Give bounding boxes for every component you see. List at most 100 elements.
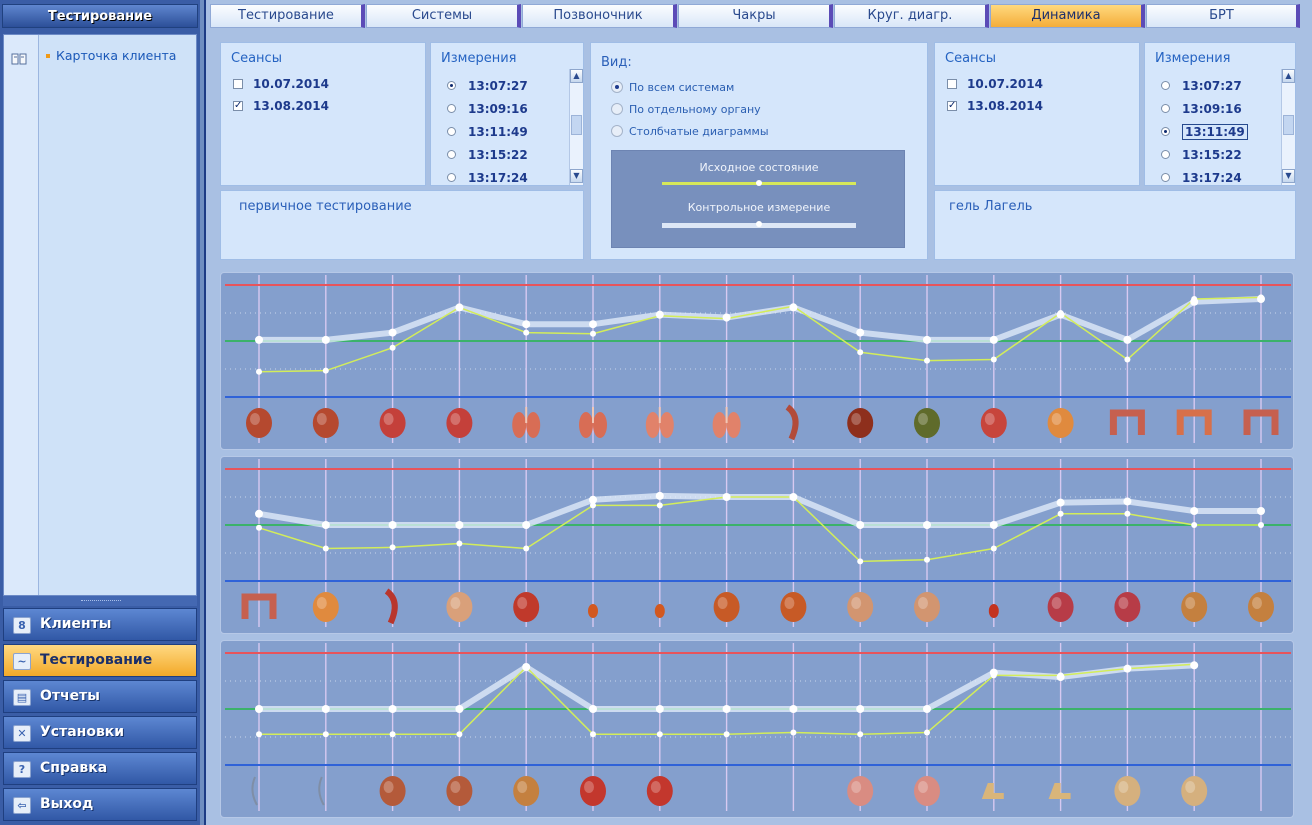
- data-point[interactable]: [1057, 672, 1064, 679]
- data-point[interactable]: [655, 705, 664, 713]
- data-point[interactable]: [1123, 335, 1132, 344]
- data-point[interactable]: [523, 329, 530, 336]
- data-point[interactable]: [723, 315, 730, 322]
- scroll-down-icon[interactable]: ▼: [570, 169, 583, 183]
- measurement-row[interactable]: 13:17:24: [1161, 171, 1242, 185]
- data-point[interactable]: [523, 545, 530, 552]
- data-point[interactable]: [523, 664, 530, 670]
- radio-selected[interactable]: [447, 81, 456, 90]
- data-point[interactable]: [456, 731, 463, 738]
- data-point[interactable]: [322, 367, 329, 374]
- measurement-row[interactable]: 13:15:22: [447, 148, 528, 162]
- radio-selected[interactable]: [611, 81, 623, 93]
- data-point[interactable]: [590, 330, 596, 337]
- session-row[interactable]: ✓ 13.08.2014: [947, 99, 1043, 113]
- data-point[interactable]: [1258, 294, 1264, 301]
- client-tree[interactable]: Карточка клиента: [3, 34, 197, 596]
- radio[interactable]: [447, 127, 456, 136]
- data-point[interactable]: [1124, 356, 1131, 363]
- data-point[interactable]: [1057, 310, 1064, 316]
- data-point[interactable]: [923, 521, 931, 529]
- data-point[interactable]: [723, 494, 730, 500]
- data-point[interactable]: [589, 705, 597, 713]
- measurement-row[interactable]: 13:07:27: [1161, 79, 1242, 93]
- data-point[interactable]: [256, 524, 262, 531]
- radio[interactable]: [447, 104, 456, 113]
- checkbox-checked[interactable]: ✓: [233, 100, 243, 111]
- data-point[interactable]: [990, 672, 997, 679]
- data-point[interactable]: [388, 705, 397, 713]
- data-point[interactable]: [255, 705, 263, 713]
- view-option[interactable]: По всем системам: [611, 81, 734, 94]
- measurement-row[interactable]: 13:07:27: [447, 79, 528, 93]
- data-point[interactable]: [255, 335, 263, 344]
- measurement-row[interactable]: 13:11:49: [447, 125, 528, 139]
- data-point[interactable]: [1191, 661, 1198, 668]
- data-point[interactable]: [1258, 522, 1264, 528]
- checkbox[interactable]: [947, 78, 957, 89]
- data-point[interactable]: [923, 705, 931, 713]
- nav-button-4[interactable]: ? Справка: [3, 752, 197, 785]
- scroll-thumb[interactable]: [571, 115, 582, 135]
- left-measurements-scrollbar[interactable]: ▲ ▼: [569, 69, 583, 185]
- data-point[interactable]: [924, 357, 930, 364]
- tab-1[interactable]: Системы: [366, 4, 521, 28]
- tab-5[interactable]: Динамика: [990, 4, 1145, 28]
- data-point[interactable]: [321, 521, 330, 529]
- scroll-up-icon[interactable]: ▲: [570, 69, 583, 83]
- data-point[interactable]: [388, 521, 397, 529]
- radio[interactable]: [611, 125, 623, 137]
- data-point[interactable]: [856, 705, 865, 713]
- data-point[interactable]: [923, 335, 931, 344]
- data-point[interactable]: [590, 731, 596, 738]
- slider-knob[interactable]: [756, 221, 762, 227]
- data-point[interactable]: [790, 494, 797, 500]
- tab-2[interactable]: Позвоночник: [522, 4, 677, 28]
- data-point[interactable]: [723, 731, 730, 738]
- data-point[interactable]: [256, 731, 262, 738]
- data-point[interactable]: [790, 303, 797, 310]
- radio[interactable]: [1161, 150, 1170, 159]
- data-point[interactable]: [857, 558, 864, 565]
- data-point[interactable]: [322, 545, 329, 552]
- nav-button-1[interactable]: ~ Тестирование: [3, 644, 197, 677]
- data-point[interactable]: [389, 344, 396, 351]
- data-point[interactable]: [321, 705, 330, 713]
- right-measurements-scrollbar[interactable]: ▲ ▼: [1281, 69, 1295, 185]
- data-point[interactable]: [456, 304, 463, 311]
- data-point[interactable]: [990, 545, 997, 552]
- data-point[interactable]: [455, 521, 464, 529]
- data-point[interactable]: [522, 320, 531, 329]
- radio[interactable]: [1161, 81, 1170, 90]
- data-point[interactable]: [857, 349, 864, 356]
- data-point[interactable]: [322, 731, 329, 738]
- measurement-row[interactable]: 13:09:16: [1161, 102, 1242, 116]
- initial-state-slider[interactable]: [662, 180, 856, 186]
- session-row[interactable]: 10.07.2014: [233, 77, 329, 91]
- data-point[interactable]: [1057, 510, 1064, 517]
- data-point[interactable]: [857, 731, 864, 738]
- slider-knob[interactable]: [756, 180, 762, 186]
- view-option[interactable]: Столбчатые диаграммы: [611, 125, 769, 138]
- data-point[interactable]: [924, 556, 930, 563]
- data-point[interactable]: [456, 540, 463, 547]
- radio[interactable]: [611, 103, 623, 115]
- nav-button-5[interactable]: ⇦ Выход: [3, 788, 197, 821]
- data-point[interactable]: [989, 335, 998, 344]
- data-point[interactable]: [389, 544, 396, 551]
- data-point[interactable]: [589, 320, 597, 329]
- data-point[interactable]: [522, 521, 531, 529]
- data-point[interactable]: [790, 729, 797, 736]
- data-point[interactable]: [590, 502, 596, 509]
- scroll-up-icon[interactable]: ▲: [1282, 69, 1295, 83]
- data-point[interactable]: [1056, 498, 1065, 507]
- scroll-thumb[interactable]: [1283, 115, 1294, 135]
- data-point[interactable]: [255, 509, 263, 518]
- radio[interactable]: [447, 173, 456, 182]
- control-measurement-slider[interactable]: [662, 221, 856, 228]
- radio[interactable]: [1161, 173, 1170, 182]
- tab-6[interactable]: БРТ: [1146, 4, 1300, 28]
- data-point[interactable]: [1191, 522, 1198, 528]
- data-point[interactable]: [656, 312, 663, 319]
- scroll-down-icon[interactable]: ▼: [1282, 169, 1295, 183]
